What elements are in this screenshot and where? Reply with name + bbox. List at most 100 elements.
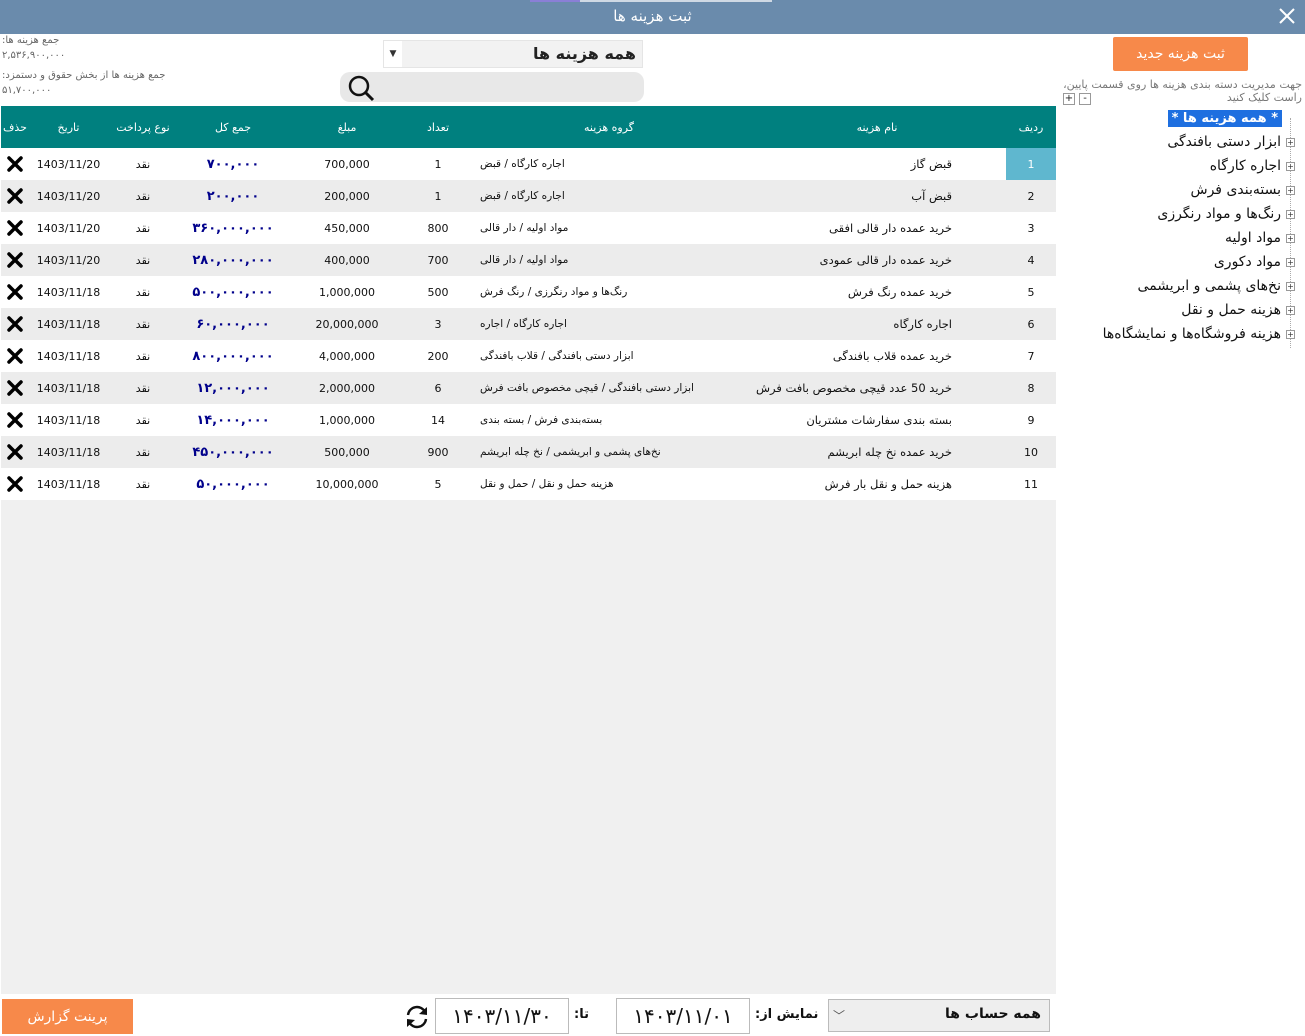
cell-expense-group: مواد اولیه / دار قالی — [470, 212, 748, 244]
table-row[interactable]: 10 خرید عمده نخ چله ابریشم نخ‌های پشمی و ا… — [1, 436, 1056, 468]
search-icon[interactable] — [346, 74, 376, 102]
expand-plus-icon[interactable]: + — [1286, 233, 1295, 243]
expand-plus-icon[interactable]: + — [1286, 161, 1295, 171]
dropdown-arrow-icon[interactable]: ▼ — [384, 41, 402, 67]
to-date-field[interactable]: ۱۴۰۳/۱۱/۳۰ — [435, 998, 569, 1034]
cell-date: 1403/11/18 — [29, 404, 108, 436]
chevron-down-icon[interactable]: ﹀ — [833, 1007, 845, 1024]
delete-x-icon[interactable] — [6, 379, 24, 397]
col-header-group[interactable]: گروه هزینه — [470, 106, 748, 148]
expand-plus-icon[interactable]: + — [1286, 137, 1295, 147]
cell-amount: 20,000,000 — [288, 308, 406, 340]
col-header-pay-type[interactable]: نوع پرداخت — [108, 106, 178, 148]
cell-pay-type: نقد — [108, 372, 178, 404]
new-expense-button[interactable]: ثبت هزینه جدید — [1113, 37, 1248, 71]
cell-delete — [1, 148, 29, 180]
tree-node[interactable]: + مواد اولیه — [1225, 230, 1295, 246]
cell-amount: 4,000,000 — [288, 340, 406, 372]
category-hint: جهت مدیریت دسته بندی هزینه ها روی قسمت پ… — [1063, 78, 1302, 104]
tree-node[interactable]: + مواد دکوری — [1214, 254, 1295, 270]
close-icon[interactable] — [1277, 6, 1297, 26]
delete-x-icon[interactable] — [6, 411, 24, 429]
cell-expense-group: اجاره کارگاه / قبض — [470, 180, 748, 212]
tree-node-label: رنگ‌ها و مواد رنگرزی — [1157, 206, 1281, 222]
table-row[interactable]: 8 خرید 50 عدد قیچی مخصوص بافت فرش ابزار دس… — [1, 372, 1056, 404]
cell-pay-type: نقد — [108, 436, 178, 468]
expand-plus-icon[interactable]: + — [1286, 305, 1295, 315]
delete-x-icon[interactable] — [6, 219, 24, 237]
table-row[interactable]: 9 بسته بندی سفارشات مشتریان بسته‌بندی فرش … — [1, 404, 1056, 436]
delete-x-icon[interactable] — [6, 347, 24, 365]
table-row[interactable]: 4 خرید عمده دار قالی عمودی مواد اولیه / دا… — [1, 244, 1056, 276]
refresh-icon[interactable] — [403, 1003, 431, 1031]
table-row[interactable]: 2 قبض آب اجاره کارگاه / قبض 1 200,000 ۲۰۰,۰۰۰… — [1, 180, 1056, 212]
collapse-all-button[interactable]: - — [1079, 93, 1091, 105]
table-row[interactable]: 3 خرید عمده دار قالی افقی مواد اولیه / دار… — [1, 212, 1056, 244]
delete-x-icon[interactable] — [6, 283, 24, 301]
col-header-row[interactable]: ردیف — [1006, 106, 1056, 148]
col-header-amount[interactable]: مبلغ — [288, 106, 406, 148]
tree-node[interactable]: + رنگ‌ها و مواد رنگرزی — [1157, 206, 1295, 222]
col-header-date[interactable]: تاریخ — [29, 106, 108, 148]
cell-expense-name: خرید عمده نخ چله ابریشم — [748, 436, 1006, 468]
cell-date: 1403/11/20 — [29, 180, 108, 212]
expand-plus-icon[interactable]: + — [1286, 257, 1295, 267]
cell-delete — [1, 372, 29, 404]
table-row[interactable]: 6 اجاره کارگاه اجاره کارگاه / اجاره 3 20,000… — [1, 308, 1056, 340]
cell-total: ۲۸۰,۰۰۰,۰۰۰ — [178, 244, 288, 276]
summary-total-value: ۲,۵۳۶,۹۰۰,۰۰۰ — [2, 50, 66, 61]
tree-node[interactable]: + اجاره کارگاه — [1210, 158, 1295, 174]
tree-node[interactable]: + بسته‌بندی فرش — [1190, 182, 1295, 198]
col-header-total[interactable]: جمع کل — [178, 106, 288, 148]
cell-row-number: 7 — [1006, 340, 1056, 372]
search-input[interactable] — [382, 76, 637, 98]
cell-total: ۳۶۰,۰۰۰,۰۰۰ — [178, 212, 288, 244]
delete-x-icon[interactable] — [6, 315, 24, 333]
tree-node[interactable]: + هزینه فروشگاه‌ها و نمایشگاه‌ها — [1103, 326, 1295, 342]
cell-expense-group: مواد اولیه / دار قالی — [470, 244, 748, 276]
account-select[interactable]: ﹀ همه حساب ها — [828, 999, 1050, 1032]
cell-date: 1403/11/18 — [29, 340, 108, 372]
tree-root-all-expenses[interactable]: * همه هزینه ها * — [1167, 110, 1282, 127]
expand-all-button[interactable]: + — [1063, 93, 1075, 105]
cell-amount: 700,000 — [288, 148, 406, 180]
tree-node-label: مواد اولیه — [1225, 230, 1281, 246]
cell-total: ۶۰,۰۰۰,۰۰۰ — [178, 308, 288, 340]
cell-total: ۱۴,۰۰۰,۰۰۰ — [178, 404, 288, 436]
tree-node[interactable]: + ابزار دستی بافندگی — [1167, 134, 1295, 150]
print-report-button[interactable]: پرینت گزارش — [2, 999, 133, 1034]
delete-x-icon[interactable] — [6, 475, 24, 493]
delete-x-icon[interactable] — [6, 443, 24, 461]
tree-node[interactable]: + هزینه حمل و نقل — [1181, 302, 1295, 318]
table-row[interactable]: 7 خرید عمده قلاب بافندگی ابزار دستی بافندگ… — [1, 340, 1056, 372]
delete-x-icon[interactable] — [6, 251, 24, 269]
table-row[interactable]: 11 هزینه حمل و نقل بار فرش هزینه حمل و نقل… — [1, 468, 1056, 500]
cell-delete — [1, 468, 29, 500]
expenses-grid: ردیف نام هزینه گروه هزینه تعداد مبلغ جمع… — [1, 106, 1056, 994]
category-select[interactable]: ▼ همه هزینه ها — [383, 40, 643, 68]
cell-pay-type: نقد — [108, 340, 178, 372]
expand-plus-icon[interactable]: + — [1286, 209, 1295, 219]
expand-plus-icon[interactable]: + — [1286, 329, 1295, 339]
table-row[interactable]: 5 خرید عمده رنگ فرش رنگ‌ها و مواد رنگرزی /… — [1, 276, 1056, 308]
col-header-count[interactable]: تعداد — [406, 106, 470, 148]
cell-amount: 1,000,000 — [288, 404, 406, 436]
delete-x-icon[interactable] — [6, 187, 24, 205]
expand-plus-icon[interactable]: + — [1286, 281, 1295, 291]
col-header-name[interactable]: نام هزینه — [748, 106, 1006, 148]
col-header-delete[interactable]: حذف — [1, 106, 29, 148]
cell-date: 1403/11/18 — [29, 372, 108, 404]
tree-node[interactable]: + نخ‌های پشمی و ابریشمی — [1138, 278, 1295, 294]
delete-x-icon[interactable] — [6, 155, 24, 173]
cell-expense-name: خرید عمده دار قالی افقی — [748, 212, 1006, 244]
table-row[interactable]: 1 قبض گاز اجاره کارگاه / قبض 1 700,000 ۷۰۰,۰۰… — [1, 148, 1056, 180]
cell-expense-group: اجاره کارگاه / اجاره — [470, 308, 748, 340]
cell-row-number: 3 — [1006, 212, 1056, 244]
cell-delete — [1, 436, 29, 468]
cell-expense-name: قبض گاز — [748, 148, 1006, 180]
cell-count: 700 — [406, 244, 470, 276]
expand-plus-icon[interactable]: + — [1286, 185, 1295, 195]
cell-count: 1 — [406, 180, 470, 212]
from-date-field[interactable]: ۱۴۰۳/۱۱/۰۱ — [616, 998, 750, 1034]
cell-expense-group: رنگ‌ها و مواد رنگرزی / رنگ فرش — [470, 276, 748, 308]
